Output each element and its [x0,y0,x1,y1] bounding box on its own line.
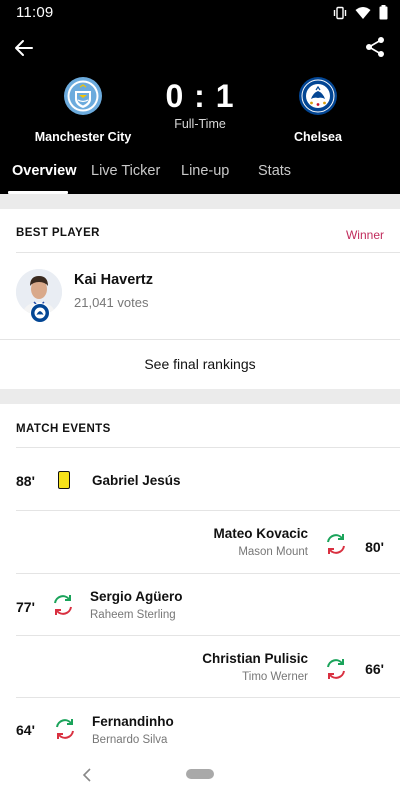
event-player-out: Mason Mount [238,546,308,558]
battery-icon [379,5,388,20]
back-arrow-icon[interactable] [12,36,36,60]
chelsea-badge-icon [30,303,50,323]
event-row[interactable]: 88' Gabriel Jesús [0,448,400,510]
event-player-out: Timo Werner [242,671,308,683]
event-minute: 80' [365,539,384,555]
best-player-title: BEST PLAYER [16,227,100,239]
match-events-title: MATCH EVENTS [16,423,111,435]
system-nav-bar [0,759,400,800]
tab-stats[interactable]: Stats [258,163,291,179]
home-team[interactable]: Manchester City [18,76,148,144]
see-final-rankings-button[interactable]: See final rankings [0,340,400,389]
manchester-city-crest-icon [64,77,102,115]
best-player-votes: 21,041 votes [74,295,149,310]
nav-home-pill[interactable] [186,769,214,779]
match-status: Full-Time [174,117,226,131]
winner-label: Winner [345,228,384,242]
home-team-name: Manchester City [34,130,132,144]
event-minute: 64' [16,722,35,738]
yellow-card-icon [58,471,70,489]
match-events-card: MATCH EVENTS 88' Gabriel Jesús Mateo Kov… [0,404,400,759]
vibrate-icon [333,6,347,19]
substitution-icon [327,659,345,679]
system-icons [333,5,388,20]
substitution-icon [327,534,345,554]
event-player-in: Christian Pulisic [202,651,308,666]
nav-back-icon[interactable] [80,767,94,783]
event-player-in: Sergio Agüero [90,589,183,604]
tab-line-up[interactable]: Line-up [181,163,229,179]
wifi-icon [355,6,371,19]
event-row[interactable]: 77' Sergio Agüero Raheem Sterling [0,574,400,636]
chelsea-crest-icon [299,77,337,115]
event-player-out: Raheem Sterling [90,609,176,621]
best-player-card: BEST PLAYER Winner Kai Havertz 21,041 vo… [0,209,400,389]
share-icon[interactable] [364,36,386,58]
event-row[interactable]: Christian Pulisic Timo Werner 66' [0,636,400,698]
event-minute: 77' [16,599,35,615]
away-team-name: Chelsea [294,130,342,144]
event-player-out: Bernardo Silva [92,734,168,746]
best-player-name[interactable]: Kai Havertz [74,272,153,288]
event-minute: 66' [365,661,384,677]
tab-live-ticker[interactable]: Live Ticker [91,163,160,179]
event-player-in: Fernandinho [92,714,174,729]
event-row[interactable]: Mateo Kovacic Mason Mount 80' [0,511,400,573]
event-row[interactable]: 64' Fernandinho Bernardo Silva [0,698,400,760]
event-player: Gabriel Jesús [92,473,181,488]
active-tab-indicator [8,191,68,194]
match-header: 11:09 Manchester City 0: 1 Full-Time Ch… [0,0,400,194]
substitution-icon [54,595,72,615]
tab-overview[interactable]: Overview [12,163,77,179]
match-score: 0 : 1 [165,78,235,114]
status-bar: 11:09 [0,0,400,26]
status-time: 11:09 [16,4,54,21]
match-tabs: Overview Live Ticker Line-up Stats [0,157,400,194]
event-player-in: Mateo Kovacic [213,526,308,541]
divider [16,252,400,253]
away-team[interactable]: Chelsea [253,76,383,144]
substitution-icon [56,719,74,739]
event-minute: 88' [16,473,35,489]
